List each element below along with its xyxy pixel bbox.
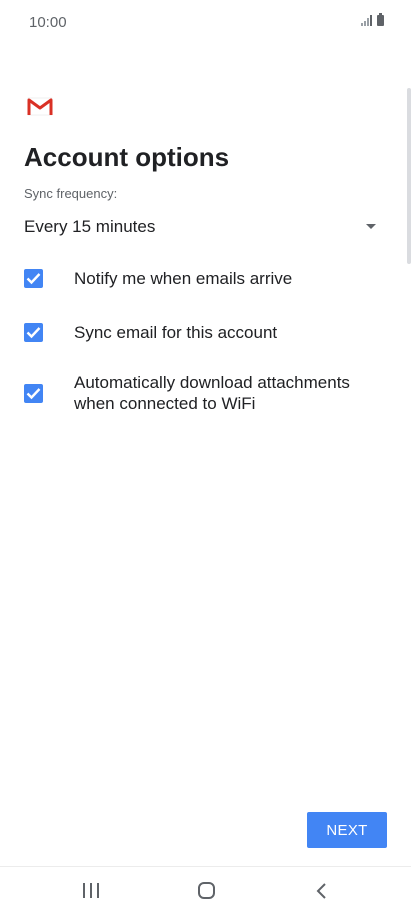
- navigation-bar: [0, 866, 411, 914]
- next-button[interactable]: NEXT: [307, 812, 387, 848]
- status-icons: [361, 13, 384, 26]
- home-icon[interactable]: [198, 882, 215, 899]
- battery-icon: [377, 13, 384, 26]
- notify-checkbox[interactable]: [24, 269, 43, 288]
- option-sync-email[interactable]: Sync email for this account: [24, 322, 394, 343]
- checkmark-icon: [26, 273, 41, 285]
- checkmark-icon: [26, 387, 41, 399]
- sync-frequency-dropdown[interactable]: Every 15 minutes: [24, 210, 384, 244]
- gmail-logo-icon: [27, 97, 53, 116]
- option-notify[interactable]: Notify me when emails arrive: [24, 268, 394, 289]
- page-title: Account options: [24, 142, 230, 172]
- status-bar: 10:00: [0, 0, 411, 46]
- sync-frequency-value: Every 15 minutes: [24, 217, 156, 236]
- sync-email-checkbox[interactable]: [24, 323, 43, 342]
- dropdown-arrow-icon: [366, 224, 376, 229]
- auto-download-checkbox[interactable]: [24, 383, 43, 403]
- signal-icon: [361, 15, 372, 26]
- recents-icon[interactable]: [83, 883, 99, 898]
- checkmark-icon: [26, 327, 41, 339]
- scroll-indicator[interactable]: [407, 88, 411, 264]
- option-auto-download[interactable]: Automatically download attachments when …: [24, 372, 394, 414]
- auto-download-label: Automatically download attachments when …: [74, 373, 350, 413]
- back-icon[interactable]: [314, 882, 328, 900]
- status-time: 10:00: [29, 14, 67, 31]
- notify-label: Notify me when emails arrive: [74, 269, 293, 288]
- screen: 10:00 Account options Sync frequency: Ev…: [0, 0, 411, 914]
- sync-frequency-label: Sync frequency:: [24, 186, 118, 201]
- sync-email-label: Sync email for this account: [74, 323, 278, 342]
